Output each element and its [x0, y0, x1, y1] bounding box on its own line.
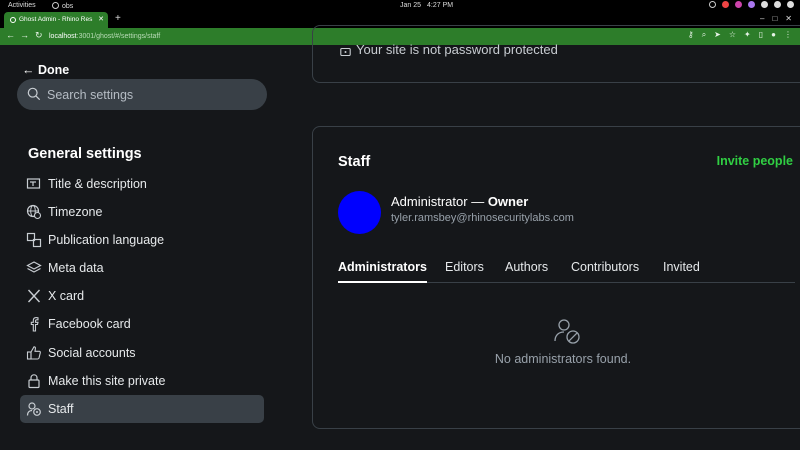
language-icon	[26, 232, 42, 248]
os-top-bar: Activities obs Jan 25 4:27 PM	[0, 0, 800, 11]
tray-app2-icon[interactable]	[748, 1, 755, 8]
layers-icon	[26, 261, 42, 273]
obs-icon	[52, 1, 59, 9]
sidebar-item-label: Staff	[48, 402, 74, 416]
done-button[interactable]: ← Done	[22, 63, 69, 77]
search-icon	[27, 87, 41, 101]
search-settings-input[interactable]	[47, 79, 257, 110]
x-logo-icon	[27, 289, 41, 303]
tray-power-icon[interactable]	[787, 1, 794, 8]
activities-button[interactable]: Activities	[8, 2, 36, 9]
owner-separator: —	[467, 194, 488, 209]
owner-role: Owner	[487, 194, 529, 209]
sidebar-item-publication-language[interactable]: Publication language	[20, 226, 264, 254]
sidebar-item-label: Facebook card	[48, 317, 131, 331]
url-path: :3001/ghost/#/settings/staff	[76, 33, 161, 40]
sidebar-item-make-private[interactable]: Make this site private	[20, 367, 264, 395]
lock-icon	[28, 374, 40, 389]
sidebar-item-title-description[interactable]: Title & description	[20, 170, 264, 198]
tray-network-icon[interactable]	[761, 1, 768, 8]
tray-volume-icon[interactable]	[774, 1, 781, 8]
tab-administrators[interactable]: Administrators	[338, 260, 427, 283]
globe-clock-icon	[26, 204, 42, 220]
sidebar-item-social-accounts[interactable]: Social accounts	[20, 339, 264, 367]
title-description-icon	[26, 178, 41, 189]
forward-arrow-icon[interactable]: →	[20, 30, 29, 40]
maximize-icon[interactable]: □	[772, 14, 777, 23]
arrow-left-icon: ←	[22, 63, 35, 77]
tab-close-icon[interactable]: ✕	[98, 15, 104, 23]
thumbs-up-icon	[26, 346, 41, 360]
staff-card: Staff Invite people Administrator — Owne…	[312, 126, 800, 429]
window-close-icon[interactable]: ✕	[785, 14, 792, 23]
tray-app-icon[interactable]	[735, 1, 742, 8]
sidebar-item-x-card[interactable]: X card	[20, 282, 264, 310]
staff-icon	[26, 402, 41, 416]
settings-sidebar: ← Done General settings Title & descript…	[0, 45, 290, 450]
sidebar-item-label: Social accounts	[48, 346, 136, 360]
invite-people-button[interactable]: Invite people	[717, 154, 793, 168]
tab-authors[interactable]: Authors	[505, 260, 548, 283]
no-users-icon	[554, 319, 580, 344]
general-settings-heading: General settings	[28, 146, 142, 162]
sidebar-item-label: Meta data	[48, 261, 104, 275]
search-box	[17, 79, 267, 110]
tray-status-icon[interactable]	[709, 1, 716, 8]
settings-main: Your site is not password protected Staf…	[290, 25, 800, 450]
owner-name: Administrator	[391, 194, 468, 209]
sidebar-item-label: Title & description	[48, 177, 147, 191]
minimize-icon[interactable]: –	[760, 14, 764, 23]
sidebar-item-staff[interactable]: Staff	[20, 395, 264, 423]
obs-label: obs	[62, 2, 74, 10]
password-status-text: Your site is not password protected	[356, 42, 558, 57]
back-arrow-icon[interactable]: ←	[6, 30, 15, 40]
owner-name-line[interactable]: Administrator — Owner	[391, 194, 528, 209]
url-field[interactable]: localhost:3001/ghost/#/settings/staff	[49, 28, 160, 45]
tab-title: Ghost Admin - Rhino Res	[19, 16, 93, 23]
ghost-favicon-icon	[10, 17, 16, 23]
sidebar-item-facebook-card[interactable]: Facebook card	[20, 310, 264, 338]
url-host: localhost	[49, 33, 77, 40]
new-tab-icon[interactable]: +	[115, 13, 121, 24]
browser-tab[interactable]: Ghost Admin - Rhino Res ✕	[4, 12, 108, 28]
sidebar-item-label: Timezone	[48, 205, 103, 219]
tray-alert-icon[interactable]	[722, 1, 729, 8]
facebook-logo-icon	[30, 317, 39, 332]
date-text: Jan 25	[400, 1, 422, 9]
sidebar-item-label: Make this site private	[48, 374, 166, 388]
clock[interactable]: Jan 25 4:27 PM	[400, 2, 459, 9]
sidebar-item-meta-data[interactable]: Meta data	[20, 254, 264, 282]
done-label: Done	[37, 63, 70, 77]
empty-state-message: No administrators found.	[494, 352, 632, 366]
avatar[interactable]	[338, 191, 381, 234]
time-text: 4:27 PM	[427, 1, 454, 9]
sidebar-item-label: X card	[48, 289, 85, 303]
tab-invited[interactable]: Invited	[663, 260, 700, 283]
tab-contributors[interactable]: Contributors	[571, 260, 639, 283]
staff-title: Staff	[338, 154, 371, 170]
sidebar-item-timezone[interactable]: Timezone	[20, 198, 264, 226]
reload-icon[interactable]: ↻	[35, 30, 43, 41]
staff-tabs: Administrators Editors Authors Contribut…	[338, 260, 795, 283]
tab-editors[interactable]: Editors	[445, 260, 484, 283]
owner-email: tyler.ramsbey@rhinosecuritylabs.com	[391, 212, 574, 224]
system-tray	[709, 1, 794, 8]
window-controls: – □ ✕	[760, 14, 792, 23]
obs-app-indicator[interactable]: obs	[52, 1, 74, 10]
sidebar-item-label: Publication language	[48, 233, 165, 247]
unlock-icon	[340, 47, 351, 56]
